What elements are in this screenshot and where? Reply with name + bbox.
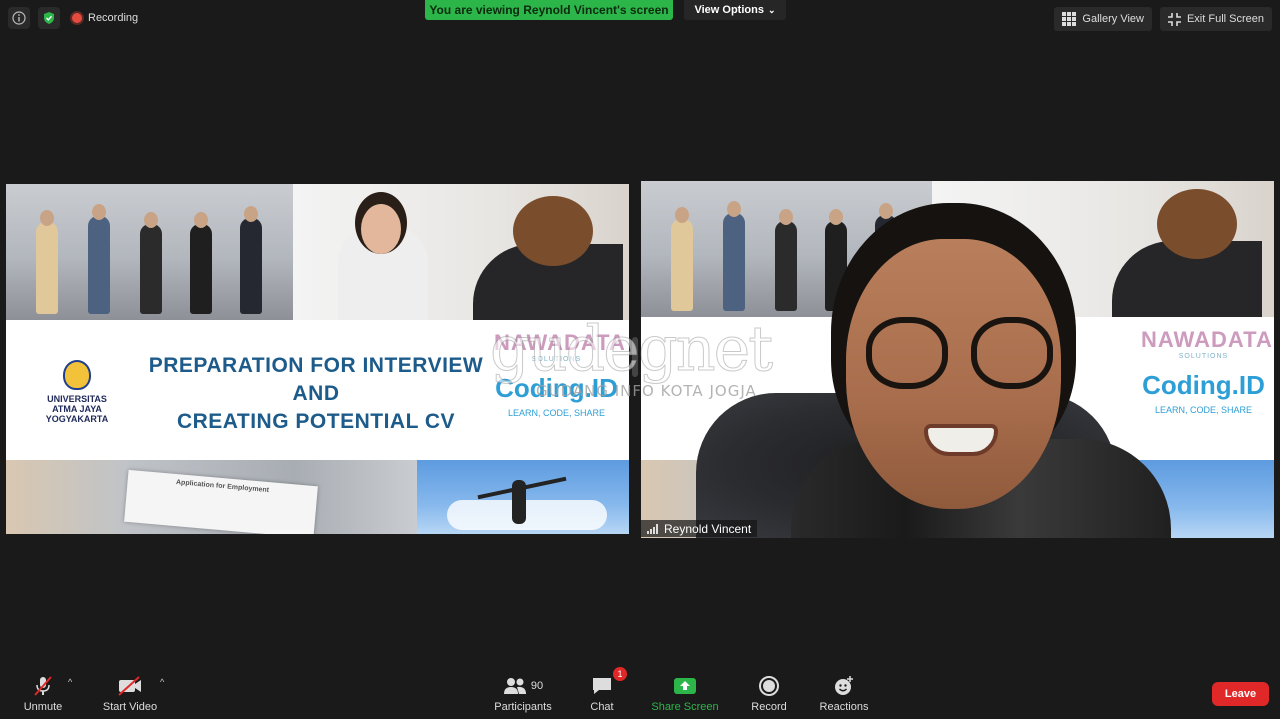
- bg-sponsor-logos: NAWADATA SOLUTIONS Coding.ID LEARN, CODE…: [1141, 327, 1273, 415]
- slide-title-line2: AND: [292, 382, 340, 405]
- shield-check-icon: [44, 12, 54, 24]
- success-sky-photo: [417, 460, 629, 534]
- speaker-name: Reynold Vincent: [664, 521, 752, 536]
- reactions-label: Reactions: [819, 701, 869, 713]
- speaker-glasses-right: [971, 317, 1053, 389]
- application-form-photo: Application for Employment: [6, 460, 418, 534]
- paper-title: Application for Employment: [175, 479, 270, 495]
- gallery-view-label: Gallery View: [1082, 13, 1144, 25]
- exit-full-screen-label: Exit Full Screen: [1186, 13, 1264, 25]
- start-video-label: Start Video: [102, 701, 158, 713]
- viewing-screen-banner: You are viewing Reynold Vincent's screen: [425, 0, 673, 20]
- video-off-icon: [118, 676, 141, 696]
- participants-icon: [503, 678, 526, 694]
- view-options-button[interactable]: View Options ⌄: [684, 0, 786, 20]
- slide-title: PREPARATION FOR INTERVIEW AND CREATING P…: [136, 352, 496, 436]
- watermark-sub: GUDANG INFO KOTA JOGJA: [536, 382, 757, 400]
- bg-coding-id-tagline: LEARN, CODE, SHARE: [1154, 405, 1253, 415]
- info-icon: [12, 11, 26, 25]
- participants-button[interactable]: 90 Participants: [492, 674, 554, 713]
- chat-unread-badge: 1: [613, 667, 627, 681]
- share-screen-button[interactable]: Share Screen: [650, 674, 720, 713]
- participants-label: Participants: [494, 701, 552, 713]
- signal-bars-icon: [647, 523, 658, 534]
- start-video-button[interactable]: Start Video: [100, 674, 160, 713]
- participants-count: 90: [530, 680, 544, 692]
- view-controls: Gallery View Exit Full Screen: [1054, 7, 1272, 31]
- recording-dot-icon: [72, 13, 82, 23]
- gallery-view-button[interactable]: Gallery View: [1054, 7, 1152, 31]
- unmute-label: Unmute: [23, 701, 63, 713]
- bg-coding-id-logo: Coding.ID: [1142, 370, 1265, 400]
- exit-full-screen-button[interactable]: Exit Full Screen: [1159, 7, 1272, 31]
- candidates-photo: [6, 184, 293, 320]
- chat-button[interactable]: 1 Chat: [585, 667, 627, 713]
- exit-fullscreen-icon: [1167, 12, 1181, 26]
- encryption-button[interactable]: [38, 7, 60, 29]
- slide-top-photo: [6, 184, 629, 320]
- mic-muted-icon: [34, 676, 52, 696]
- university-logo: UNIVERSITAS ATMA JAYA YOGYAKARTA: [22, 360, 132, 424]
- speaker-name-tag: Reynold Vincent: [641, 520, 758, 537]
- slide-bottom-photo: Application for Employment: [6, 460, 629, 534]
- share-screen-icon: [674, 678, 696, 694]
- leave-button[interactable]: Leave: [1212, 682, 1269, 706]
- record-label: Record: [751, 701, 787, 713]
- watermark-logo: gudegnet: [489, 312, 773, 386]
- university-emblem-icon: [63, 360, 91, 390]
- chat-icon: [593, 678, 611, 694]
- handshake-photo: [292, 184, 629, 320]
- recording-label: Recording: [88, 12, 139, 24]
- chevron-down-icon: ⌄: [767, 4, 776, 15]
- recording-indicator[interactable]: Recording: [72, 12, 138, 24]
- grid-icon: [1062, 12, 1077, 26]
- bg-nawadata-logo: NAWADATA: [1141, 327, 1273, 352]
- chat-label: Chat: [590, 701, 614, 713]
- speaker-glasses-left: [866, 317, 948, 389]
- view-options-label: View Options: [694, 4, 764, 16]
- bg-nawadata-sub: SOLUTIONS: [1178, 353, 1229, 360]
- meeting-toolbar: Unmute ^ Start Video ^ 90 Participants 1…: [0, 667, 1280, 719]
- coding-id-tagline: LEARN, CODE, SHARE: [507, 408, 606, 418]
- reactions-button[interactable]: Reactions: [816, 674, 872, 713]
- application-paper: Application for Employment: [124, 469, 318, 534]
- slide-title-line3: CREATING POTENTIAL CV: [176, 410, 456, 433]
- university-line2: ATMA JAYA YOGYAKARTA: [45, 404, 109, 424]
- record-icon: [759, 676, 779, 696]
- video-options-caret-icon[interactable]: ^: [160, 677, 164, 687]
- speaker-mouth: [924, 424, 998, 456]
- reactions-icon: [835, 676, 853, 695]
- unmute-button[interactable]: Unmute: [18, 674, 68, 713]
- record-button[interactable]: Record: [748, 674, 790, 713]
- share-screen-label: Share Screen: [651, 701, 719, 713]
- university-line1: UNIVERSITAS: [47, 394, 107, 404]
- audio-options-caret-icon[interactable]: ^: [68, 677, 72, 687]
- meeting-info-button[interactable]: [8, 7, 30, 29]
- slide-title-line1: PREPARATION FOR INTERVIEW: [148, 354, 484, 377]
- meeting-status-bar: Recording: [8, 7, 138, 29]
